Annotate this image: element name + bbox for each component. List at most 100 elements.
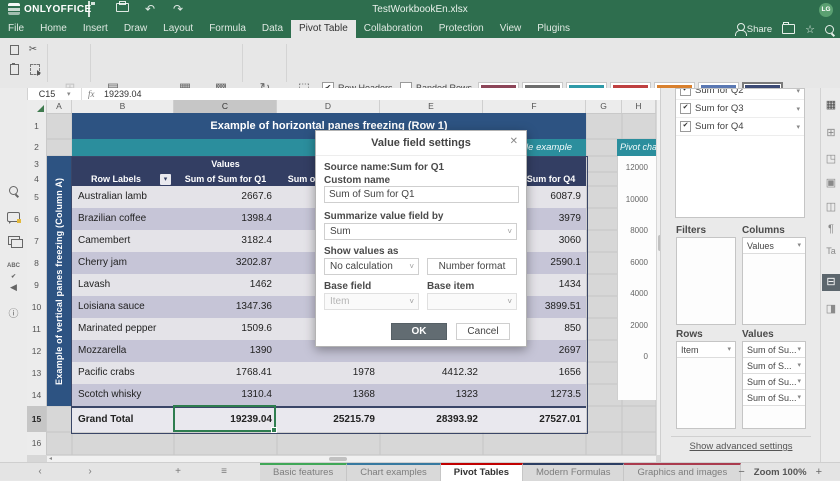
row-header-2[interactable]: 2	[27, 139, 46, 156]
menu-formula[interactable]: Formula	[201, 20, 254, 38]
add-sheet-button[interactable]: +	[170, 463, 186, 481]
chart-settings-button[interactable]: ◫	[821, 200, 840, 213]
search-icon[interactable]	[825, 25, 834, 34]
sheet-tab-basic-features[interactable]: Basic features	[260, 463, 347, 481]
row-header-13[interactable]: 13	[27, 362, 46, 384]
prev-sheet-button[interactable]: ‹	[32, 463, 48, 481]
column-header-f[interactable]: F	[483, 100, 586, 113]
image-settings-button[interactable]: ▣	[821, 176, 840, 189]
menu-pivot-table[interactable]: Pivot Table	[291, 20, 356, 38]
values-header-cell[interactable]: Values	[174, 156, 277, 172]
horizontal-scrollbar[interactable]: ◂	[47, 455, 656, 462]
column-header-d[interactable]: D	[277, 100, 380, 113]
vertical-freeze-banner-cell[interactable]: Example of vertical panes freezing (Colu…	[47, 156, 72, 406]
shape-settings-button[interactable]: ◳	[821, 152, 840, 165]
table-settings-button[interactable]: ⊞	[821, 126, 840, 139]
ok-button[interactable]: OK	[391, 323, 447, 340]
textart-settings-button[interactable]: Ta	[821, 246, 840, 256]
grand-total-row[interactable]: Grand Total19239.0425215.7928393.9227527…	[72, 406, 586, 432]
share-button[interactable]: Share	[737, 24, 772, 35]
field-item-q4[interactable]: ✔ Sum for Q4 ▾	[676, 118, 804, 136]
number-format-button[interactable]: Number format	[427, 258, 517, 275]
column-header-a[interactable]: A	[47, 100, 72, 113]
zoom-out-button[interactable]: −	[738, 464, 744, 480]
column-header-g[interactable]: G	[586, 100, 622, 113]
values-item[interactable]: Sum of Su...▾	[743, 390, 805, 406]
formula-input[interactable]: 19239.04	[104, 89, 142, 99]
row-header-12[interactable]: 12	[27, 340, 46, 362]
row-header-16[interactable]: 16	[27, 432, 46, 455]
row-header-6[interactable]: 6	[27, 208, 46, 230]
filters-box[interactable]	[676, 237, 736, 325]
field-item-q3[interactable]: ✔ Sum for Q3 ▾	[676, 100, 804, 118]
custom-name-input[interactable]	[324, 186, 519, 203]
favorites-star-icon[interactable]: ☆	[805, 23, 815, 36]
sheet-list-button[interactable]: ≡	[216, 463, 232, 481]
sheet-tab-modern-formulas[interactable]: Modern Formulas	[523, 463, 624, 481]
save-button[interactable]	[88, 3, 90, 16]
fx-icon[interactable]: fx	[88, 89, 104, 99]
menu-protection[interactable]: Protection	[431, 20, 492, 38]
column-header-h[interactable]: H	[622, 100, 656, 113]
show-values-as-select[interactable]: No calculation	[324, 258, 419, 275]
rows-item[interactable]: Item▾	[677, 342, 735, 358]
sheet-tab-chart-examples[interactable]: Chart examples	[347, 463, 441, 481]
redo-button[interactable]: ↷	[173, 3, 183, 16]
menu-view[interactable]: View	[492, 20, 530, 38]
column-header-e[interactable]: E	[380, 100, 483, 113]
row-header-1[interactable]: 1	[27, 113, 46, 139]
avatar[interactable]: LG	[819, 3, 833, 17]
menu-file[interactable]: File	[0, 20, 32, 38]
spellcheck-button[interactable]: ABC✔	[0, 259, 27, 281]
cancel-button[interactable]: Cancel	[456, 323, 510, 340]
row-header-15[interactable]: 15	[27, 406, 46, 432]
menu-data[interactable]: Data	[254, 20, 291, 38]
row-labels-filter-button[interactable]: ▾	[160, 174, 171, 185]
row-header-14[interactable]: 14	[27, 384, 46, 406]
row-labels-header-cell[interactable]: Row Labels	[72, 172, 160, 186]
columns-item[interactable]: Values▾	[743, 238, 805, 254]
sheet-tab-graphics-images[interactable]: Graphics and images	[624, 463, 741, 481]
menu-collaboration[interactable]: Collaboration	[356, 20, 431, 38]
menu-plugins[interactable]: Plugins	[529, 20, 578, 38]
row-header-3[interactable]: 3	[27, 156, 46, 172]
values-box[interactable]: Sum of Su...▾ Sum of S...▾ Sum of Su...▾…	[742, 341, 806, 429]
name-box-caret-icon[interactable]: ▾	[67, 90, 81, 98]
search-panel-button[interactable]	[0, 186, 27, 198]
row-header-5[interactable]: 5	[27, 186, 46, 208]
comments-panel-button[interactable]	[0, 212, 27, 225]
next-sheet-button[interactable]: ›	[82, 463, 98, 481]
row-header-11[interactable]: 11	[27, 318, 46, 340]
paste-button[interactable]	[6, 62, 20, 75]
pivot-table-settings-button[interactable]: ⊟	[822, 274, 840, 291]
row-header-9[interactable]: 9	[27, 274, 46, 296]
zoom-in-button[interactable]: +	[816, 464, 822, 480]
column-header-c[interactable]: C	[174, 100, 277, 113]
undo-button[interactable]: ↶	[145, 3, 155, 16]
values-item[interactable]: Sum of S...▾	[743, 358, 805, 374]
about-button[interactable]: ⓘ	[0, 305, 27, 320]
values-item[interactable]: Sum of Su...▾	[743, 374, 805, 390]
summarize-select[interactable]: Sum	[324, 223, 517, 240]
menu-layout[interactable]: Layout	[155, 20, 201, 38]
menu-insert[interactable]: Insert	[75, 20, 116, 38]
menu-home[interactable]: Home	[32, 20, 75, 38]
dialog-close-icon[interactable]: ✕	[510, 136, 518, 147]
q1-header-cell[interactable]: Sum of Sum for Q1	[174, 172, 277, 186]
row-header-8[interactable]: 8	[27, 252, 46, 274]
row-header-10[interactable]: 10	[27, 296, 46, 318]
name-box[interactable]: C15	[27, 89, 67, 99]
field-item-q2[interactable]: ✔ Sum for Q2 ▾	[676, 88, 804, 100]
values-item[interactable]: Sum of Su...▾	[743, 342, 805, 358]
feedback-button[interactable]: ◀	[0, 282, 27, 293]
show-advanced-settings-link[interactable]: Show advanced settings	[661, 441, 821, 452]
menu-draw[interactable]: Draw	[116, 20, 155, 38]
base-field-select[interactable]: Item	[324, 293, 419, 310]
chat-panel-button[interactable]	[0, 236, 27, 248]
columns-box[interactable]: Values▾	[742, 237, 806, 325]
cell-settings-button[interactable]: ▦	[821, 98, 840, 111]
rows-box[interactable]: Item▾	[676, 341, 736, 429]
row-header-7[interactable]: 7	[27, 230, 46, 252]
scrollbar-handle[interactable]	[329, 457, 347, 461]
slicer-settings-button[interactable]: ◨	[821, 302, 840, 315]
